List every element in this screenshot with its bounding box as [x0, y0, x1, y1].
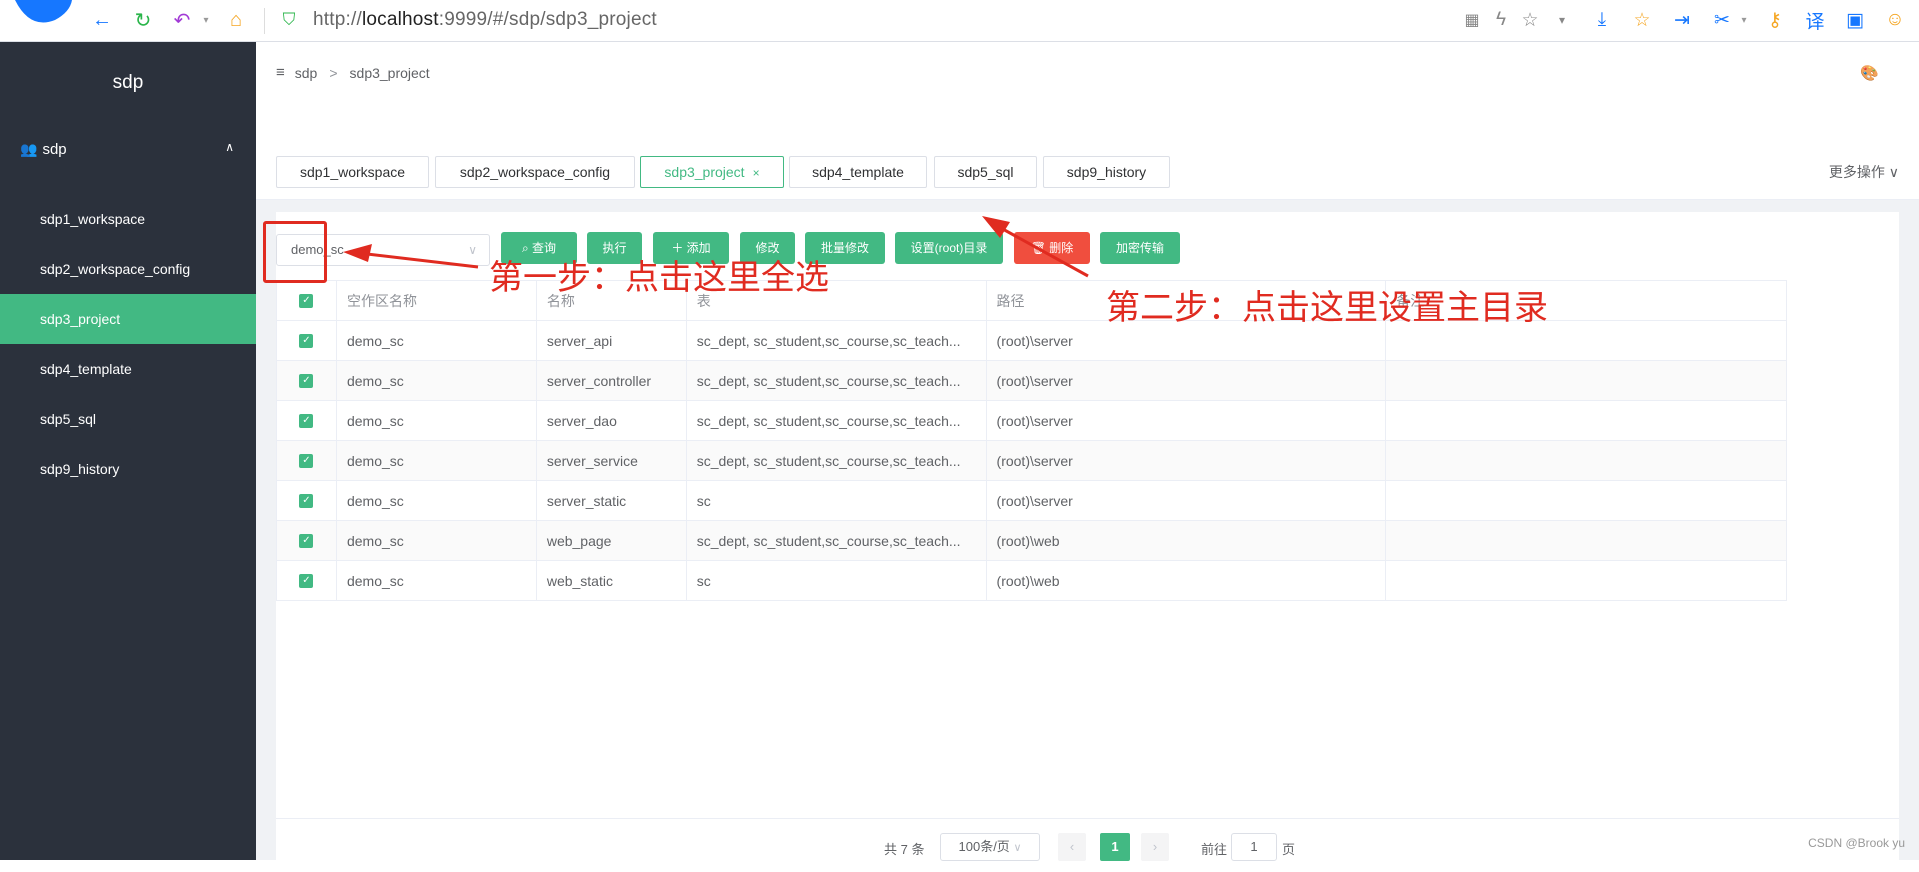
annotation-arrows — [0, 0, 1919, 860]
arrow-step2 — [982, 216, 1088, 276]
annotation-step1: 第一步：点击这里全选 — [489, 250, 829, 299]
watermark: CSDN @Brook yu — [1808, 836, 1905, 850]
arrow-step1 — [343, 244, 478, 267]
annotation-step2: 第二步：点击这里设置主目录 — [1106, 280, 1548, 329]
